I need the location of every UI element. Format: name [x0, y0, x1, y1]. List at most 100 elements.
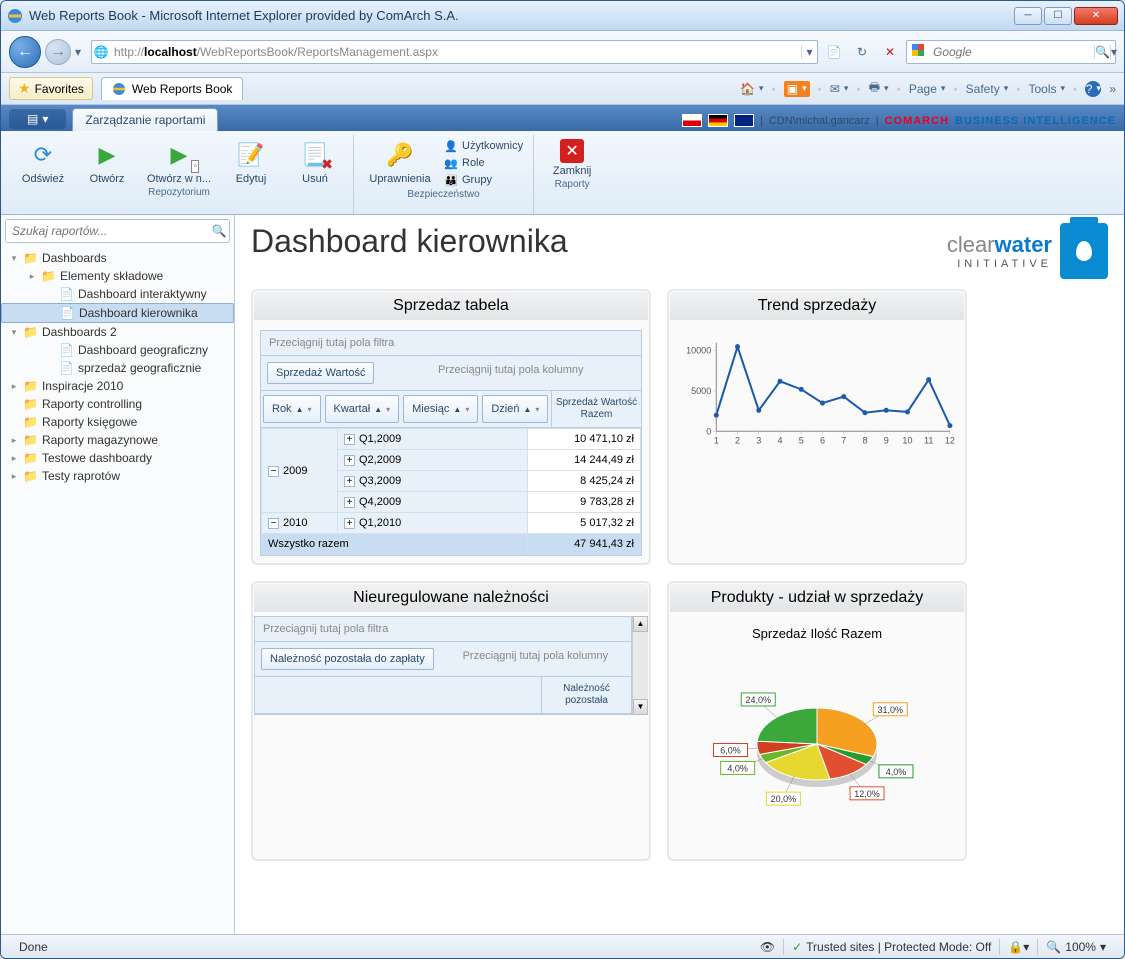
- scroll-up[interactable]: ▲: [633, 616, 648, 632]
- open-button[interactable]: ▶ Otwórz: [79, 139, 135, 185]
- tree-node[interactable]: 📄Dashboard geograficzny: [1, 341, 234, 359]
- role-icon: 👥: [444, 156, 458, 170]
- users-button[interactable]: 👤Użytkownicy: [444, 139, 523, 153]
- print-button[interactable]: 🖶: [869, 78, 889, 99]
- tree-node[interactable]: ▸📁Testowe dashboardy: [1, 449, 234, 467]
- svg-text:24,0%: 24,0%: [745, 695, 771, 705]
- tree-node[interactable]: 📄Dashboard kierownika: [1, 303, 234, 323]
- svg-text:10: 10: [902, 435, 912, 445]
- tree-node[interactable]: 📁Raporty księgowe: [1, 413, 234, 431]
- ribbon-tabstrip: ▤▾ Zarządzanie raportami | CDN\michal.ga…: [1, 105, 1124, 131]
- app-menu-button[interactable]: ▤▾: [9, 109, 66, 129]
- tree-node[interactable]: ▾📁Dashboards: [1, 249, 234, 267]
- dim-chip[interactable]: Dzień ▲▾: [482, 395, 548, 423]
- tree-search-input[interactable]: [6, 220, 209, 242]
- status-text: Done: [11, 940, 56, 954]
- stop-icon[interactable]: ✕: [878, 40, 902, 64]
- zone-status: ✓Trusted sites | Protected Mode: Off: [784, 940, 999, 954]
- search-icon[interactable]: 🔍: [209, 224, 229, 238]
- mail-button[interactable]: ✉: [830, 82, 849, 96]
- tree-node[interactable]: ▸📁Elementy składowe: [1, 267, 234, 285]
- minimize-button[interactable]: ─: [1014, 7, 1042, 25]
- close-icon: ✕: [560, 139, 584, 163]
- pivot-sales[interactable]: Przeciągnij tutaj pola filtra Sprzedaż W…: [260, 330, 642, 556]
- refresh-button[interactable]: ⟳ Odśwież: [15, 139, 71, 185]
- tab-zarzadzanie[interactable]: Zarządzanie raportami: [72, 108, 218, 131]
- open-new-button[interactable]: ▶▫ Otwórz w n...: [143, 139, 215, 185]
- flag-pl-icon[interactable]: [682, 114, 702, 127]
- column-zone[interactable]: Przeciągnij tutaj pola kolumny: [380, 356, 641, 390]
- svg-text:11: 11: [924, 435, 933, 445]
- address-dropdown[interactable]: ▾: [801, 45, 817, 59]
- search-go-icon[interactable]: 🔍: [1094, 45, 1110, 59]
- favorites-button[interactable]: ★ Favorites: [9, 77, 93, 100]
- security-icon[interactable]: 🔒▾: [1000, 940, 1037, 954]
- close-report-button[interactable]: ✕ Zamknij: [544, 139, 600, 177]
- svg-text:3: 3: [756, 435, 761, 445]
- groups-button[interactable]: 👪Grupy: [444, 173, 492, 187]
- rss-button[interactable]: ▣: [784, 81, 810, 97]
- chevron-right-icon[interactable]: »: [1109, 82, 1116, 96]
- compat-icon[interactable]: 📄: [822, 40, 846, 64]
- group-label: Repozytorium: [15, 187, 343, 198]
- safety-menu[interactable]: Safety: [966, 82, 1009, 96]
- sidebar: 🔍 ▾📁Dashboards▸📁Elementy składowe📄Dashbo…: [1, 215, 235, 934]
- ie-icon: [112, 82, 126, 96]
- page-menu[interactable]: Page: [909, 82, 946, 96]
- search-box[interactable]: 🔍 ▾: [906, 40, 1116, 64]
- back-button[interactable]: ←: [9, 36, 41, 68]
- search-dropdown[interactable]: ▾: [1110, 45, 1117, 59]
- pivot-receivables[interactable]: Przeciągnij tutaj pola filtra Należność …: [254, 616, 632, 715]
- dim-chip[interactable]: Kwartał ▲▾: [325, 395, 400, 423]
- search-input[interactable]: [929, 43, 1094, 61]
- page-tab[interactable]: Web Reports Book: [101, 77, 244, 100]
- report-tree[interactable]: ▾📁Dashboards▸📁Elementy składowe📄Dashboar…: [1, 247, 234, 934]
- zoom-control[interactable]: 🔍100% ▾: [1038, 940, 1114, 954]
- url-field[interactable]: http://localhost/WebReportsBook/ReportsM…: [110, 43, 801, 61]
- tree-node[interactable]: ▸📁Raporty magazynowe: [1, 431, 234, 449]
- permissions-button[interactable]: 🔑 Uprawnienia: [364, 139, 436, 185]
- tree-search[interactable]: 🔍: [5, 219, 230, 243]
- dim-chip[interactable]: Rok ▲▾: [263, 395, 321, 423]
- tree-node[interactable]: 📁Raporty controlling: [1, 395, 234, 413]
- svg-text:5000: 5000: [691, 386, 711, 396]
- address-bar[interactable]: 🌐 http://localhost/WebReportsBook/Report…: [91, 40, 818, 64]
- tree-node[interactable]: 📄Dashboard interaktywny: [1, 285, 234, 303]
- ribbon-group-repo: ⟳ Odśwież ▶ Otwórz ▶▫ Otwórz w n... 📝 Ed…: [5, 135, 354, 214]
- nav-history-dropdown[interactable]: ▾: [75, 45, 87, 59]
- brand-bi: BUSINESS INTELLIGENCE: [955, 115, 1116, 127]
- maximize-button[interactable]: ☐: [1044, 7, 1072, 25]
- column-zone[interactable]: Przeciągnij tutaj pola kolumny: [440, 642, 631, 676]
- measure-chip[interactable]: Należność pozostała do zapłaty: [261, 648, 434, 670]
- svg-text:10000: 10000: [686, 346, 711, 356]
- tree-node[interactable]: 📄sprzedaż geograficznie: [1, 359, 234, 377]
- content-area: 🔍 ▾📁Dashboards▸📁Elementy składowe📄Dashbo…: [1, 215, 1124, 934]
- refresh-icon[interactable]: ↻: [850, 40, 874, 64]
- roles-button[interactable]: 👥Role: [444, 156, 485, 170]
- dim-chip[interactable]: Miesiąc ▲▾: [403, 395, 478, 423]
- scroll-down[interactable]: ▼: [633, 699, 648, 715]
- flag-de-icon[interactable]: [708, 114, 728, 127]
- panel-title: Produkty - udział w sprzedaży: [670, 584, 964, 612]
- delete-button[interactable]: 📃✖ Usuń: [287, 139, 343, 185]
- edit-button[interactable]: 📝 Edytuj: [223, 139, 279, 185]
- svg-text:4,0%: 4,0%: [886, 767, 907, 777]
- home-button[interactable]: 🏠: [740, 82, 763, 96]
- filter-zone[interactable]: Przeciągnij tutaj pola filtra: [261, 331, 641, 356]
- star-icon: ★: [18, 80, 31, 97]
- tree-node[interactable]: ▸📁Inspiracje 2010: [1, 377, 234, 395]
- measure-chip[interactable]: Sprzedaż Wartość: [267, 362, 374, 384]
- close-button[interactable]: ✕: [1074, 7, 1118, 25]
- tree-node[interactable]: ▾📁Dashboards 2: [1, 323, 234, 341]
- tools-menu[interactable]: Tools: [1029, 82, 1066, 96]
- filter-zone[interactable]: Przeciągnij tutaj pola filtra: [255, 617, 631, 642]
- pie-chart: 31,0%4,0%12,0%20,0%4,0%6,0%24,0%: [687, 649, 947, 849]
- privacy-icon[interactable]: 👁: [752, 940, 783, 954]
- forward-button[interactable]: →: [45, 39, 71, 65]
- help-button[interactable]: ?: [1085, 81, 1101, 97]
- tree-node[interactable]: ▸📁Testy raprotów: [1, 467, 234, 485]
- flag-en-icon[interactable]: [734, 114, 754, 127]
- delete-icon: 📃✖: [299, 139, 331, 171]
- scrollbar[interactable]: ▲ ▼: [632, 616, 648, 715]
- group-label: Bezpieczeństwo: [364, 189, 523, 200]
